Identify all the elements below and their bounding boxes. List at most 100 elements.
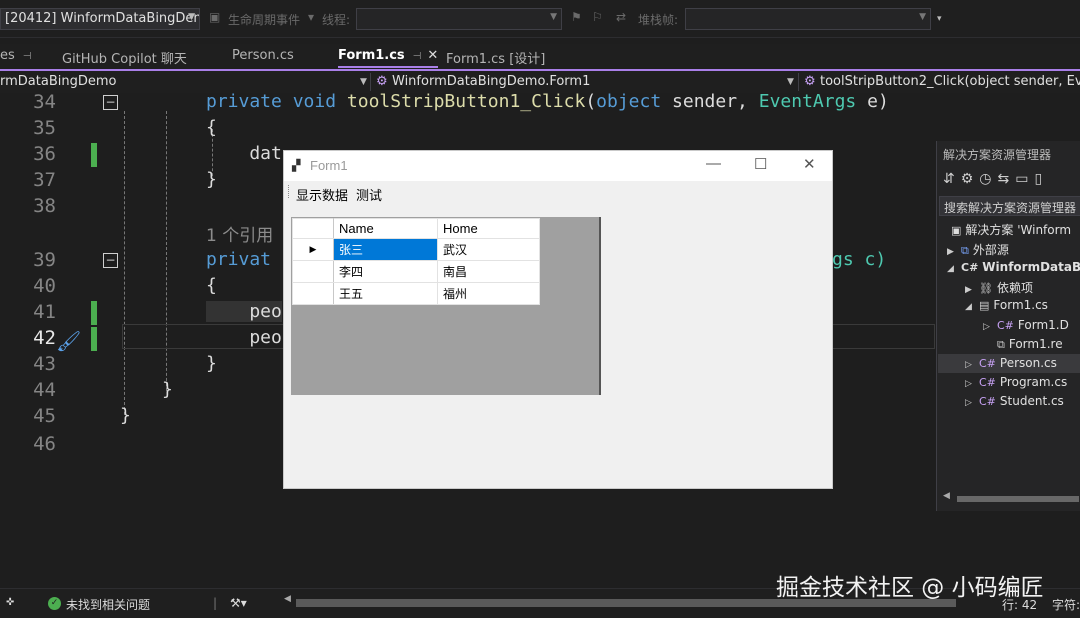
chevron-right-icon: ▷ xyxy=(965,398,972,408)
grid-cell-home[interactable]: 福州 xyxy=(437,282,540,305)
tree-item-form1-designer[interactable]: ▷ C# Form1.D xyxy=(983,318,1069,337)
code-text: { xyxy=(206,117,217,138)
table-row[interactable]: ▶ 张三 武汉 xyxy=(292,238,540,261)
tree-item-solution[interactable]: ▣ 解决方案 'Winform xyxy=(951,221,1071,240)
line-number: 40 xyxy=(33,275,56,297)
project-dropdown[interactable]: rmDataBingDemo xyxy=(0,74,116,89)
cleanup-brush-icon[interactable]: ⚒▾ xyxy=(230,596,247,610)
stack-frame-select[interactable]: ▼ xyxy=(685,8,931,30)
table-row[interactable]: 王五 福州 xyxy=(292,282,540,305)
code-token: EventArgs xyxy=(758,93,857,112)
check-icon: ✓ xyxy=(48,597,61,610)
csproj-icon: C# xyxy=(961,261,979,274)
test-button[interactable]: 测试 xyxy=(356,185,382,204)
grid-cell-home[interactable]: 武汉 xyxy=(437,238,540,261)
current-row-indicator-icon[interactable]: ▶ xyxy=(292,238,334,261)
row-header[interactable] xyxy=(292,282,334,305)
collapse-icon[interactable]: − xyxy=(103,253,118,268)
tree-item-person[interactable]: ▷ C# Person.cs xyxy=(965,356,1057,375)
quick-actions-brush-icon[interactable]: 🖌 xyxy=(56,329,81,353)
tree-item-external[interactable]: ▶ ⧉ 外部源 xyxy=(947,241,1009,260)
line-number: 45 xyxy=(33,405,56,427)
tab-form1-designer[interactable]: Form1.cs [设计] xyxy=(446,44,545,68)
chevron-down-icon: ◢ xyxy=(947,264,954,274)
show-data-button[interactable]: 显示数据 xyxy=(296,185,348,204)
tree-item-student[interactable]: ▷ C# Student.cs xyxy=(965,394,1064,413)
minimize-icon[interactable]: — xyxy=(706,155,721,172)
git-icon[interactable]: ✜ xyxy=(6,597,14,608)
collapse-icon[interactable]: − xyxy=(103,95,118,110)
line-number: 43 xyxy=(33,353,56,375)
external-icon: ⧉ xyxy=(961,244,969,257)
tab-form1-cs[interactable]: Form1.cs ⊣ ✕ xyxy=(338,44,439,68)
tree-item-label: Program.cs xyxy=(999,375,1068,389)
line-number: 42 xyxy=(33,327,56,349)
code-line-35: 35 { xyxy=(0,116,935,142)
solution-icon: ▣ xyxy=(951,224,962,237)
maximize-icon[interactable]: ☐ xyxy=(754,155,767,173)
navigation-bar: rmDataBingDemo ▼ ⚙ WinformDataBingDemo.F… xyxy=(0,69,1080,93)
chevron-left-icon[interactable]: ◀ xyxy=(943,491,950,501)
change-indicator xyxy=(91,301,97,325)
arrows-icon[interactable]: ⇄ xyxy=(616,10,626,24)
solution-explorer-toolbar[interactable]: ⇵⚙◷⇆▭▯ xyxy=(943,171,1048,187)
tree-item-label: WinformDataB xyxy=(982,260,1080,274)
line-number: 36 xyxy=(33,143,56,165)
horizontal-scrollbar[interactable]: ◀ xyxy=(943,491,1079,504)
close-icon[interactable]: ✕ xyxy=(427,48,438,63)
flag-thread-icon[interactable]: ⚐ xyxy=(592,10,603,24)
grid-cell-name[interactable]: 王五 xyxy=(333,282,438,305)
chevron-right-icon: ▷ xyxy=(965,379,972,389)
table-row[interactable]: 李四 南昌 xyxy=(292,260,540,283)
code-token: object xyxy=(596,93,662,112)
solution-search-input[interactable]: 搜索解决方案资源管理器 xyxy=(939,196,1080,216)
grid-cell-name[interactable]: 李四 xyxy=(333,260,438,283)
class-dropdown[interactable]: WinformDataBingDemo.Form1 xyxy=(392,74,590,89)
column-header-home[interactable]: Home xyxy=(437,218,540,239)
tab-person-cs[interactable]: Person.cs xyxy=(232,44,294,68)
chevron-left-icon[interactable]: ◀ xyxy=(284,594,291,604)
overflow-icon[interactable]: ▾ xyxy=(937,14,942,24)
dependencies-icon: ⛓ xyxy=(979,282,993,295)
pin-icon[interactable]: ⊣ xyxy=(413,51,422,62)
code-text: gs c) xyxy=(832,249,887,270)
row-header[interactable] xyxy=(292,260,334,283)
tree-item-form1-resx[interactable]: ⧉ Form1.re xyxy=(997,337,1063,356)
member-dropdown[interactable]: toolStripButton2_Click(object sender, Ev… xyxy=(820,74,1080,89)
toolstrip-grip[interactable] xyxy=(288,185,290,198)
char-indicator[interactable]: 字符: xyxy=(1052,596,1080,613)
code-text: } xyxy=(206,353,217,374)
form-title-bar[interactable]: ▞ Form1 — ☐ ✕ xyxy=(284,151,832,181)
pin-icon[interactable]: ⊣ xyxy=(23,51,32,62)
search-placeholder: 搜索解决方案资源管理器 xyxy=(944,201,1077,215)
resource-icon: ⧉ xyxy=(997,338,1005,351)
process-select[interactable]: [20412] WinformDataBingDem ▼ xyxy=(0,8,200,30)
thread-select[interactable]: ▼ xyxy=(356,8,562,30)
chevron-right-icon: ▶ xyxy=(965,285,972,295)
tree-item-form1[interactable]: ◢ ▤ Form1.cs xyxy=(965,298,1048,317)
code-token: toolStripButton1_Click xyxy=(346,93,586,112)
grid-corner-cell[interactable] xyxy=(292,218,334,239)
change-indicator xyxy=(91,327,97,351)
tab-copilot-chat[interactable]: GitHub Copilot 聊天 xyxy=(62,44,187,68)
codelens-references[interactable]: 1 个引用 xyxy=(206,221,273,246)
grid-cell-name[interactable]: 张三 xyxy=(333,238,438,261)
column-header-name[interactable]: Name xyxy=(333,218,438,239)
tree-item-project[interactable]: ◢ C# WinformDataB xyxy=(947,260,1080,279)
tree-item-program[interactable]: ▷ C# Program.cs xyxy=(965,375,1067,394)
tree-item-label: 解决方案 'Winform xyxy=(965,223,1072,237)
line-number: 37 xyxy=(33,169,56,191)
lifecycle-events-button[interactable]: 生命周期事件 xyxy=(228,11,300,28)
issues-status[interactable]: 未找到相关问题 xyxy=(66,596,150,613)
data-grid-view[interactable]: Name Home ▶ 张三 武汉 李四 南昌 王五 福州 xyxy=(291,217,601,395)
close-icon[interactable]: ✕ xyxy=(803,155,816,173)
csharp-icon: C# xyxy=(979,376,996,389)
line-number: 39 xyxy=(33,249,56,271)
tree-item-dependencies[interactable]: ▶ ⛓ 依赖项 xyxy=(965,279,1033,298)
method-icon: ⚙ xyxy=(804,74,816,89)
scrollbar-thumb[interactable] xyxy=(957,496,1079,502)
tab-es[interactable]: es ⊣ xyxy=(0,44,32,68)
flag-icon[interactable]: ⚑ xyxy=(571,10,582,24)
grid-cell-home[interactable]: 南昌 xyxy=(437,260,540,283)
lifecycle-icon: ▣ xyxy=(209,10,221,24)
